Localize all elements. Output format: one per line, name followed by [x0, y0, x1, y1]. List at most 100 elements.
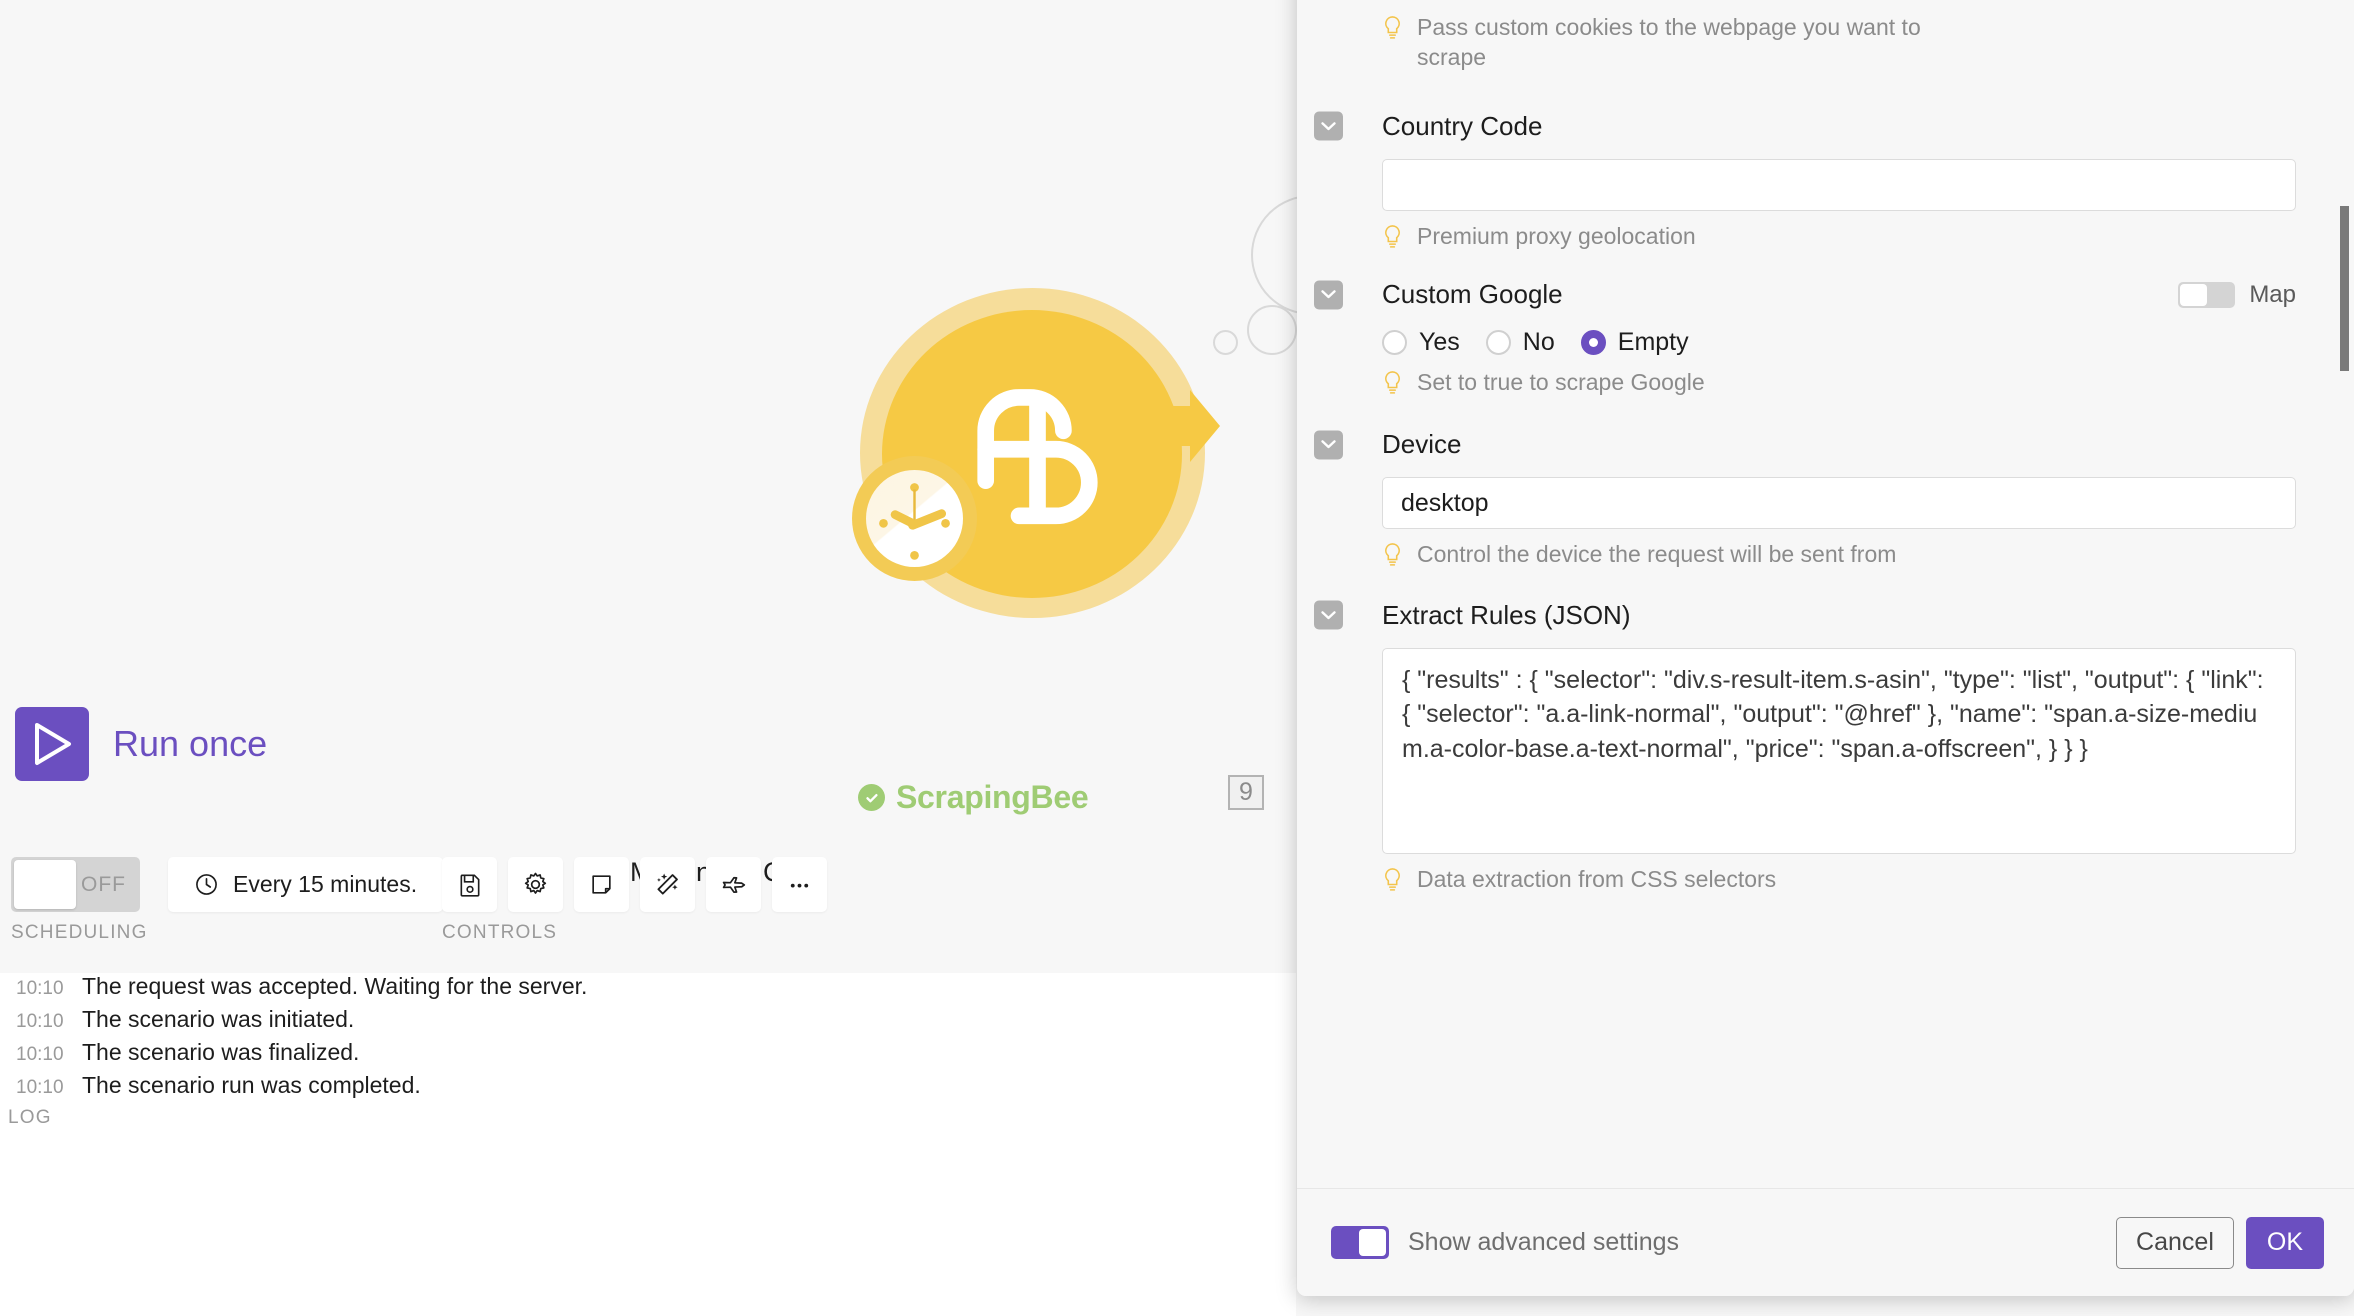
app-root: ScrapingBee 9 Run once OFF Ev — [0, 0, 2354, 1316]
radio-option-no[interactable]: No — [1486, 328, 1555, 357]
log-time: 10:10 — [16, 1044, 60, 1066]
field-header: Custom Google Map — [1382, 279, 2296, 310]
magic-wand-icon — [654, 871, 681, 898]
module-name: ScrapingBee — [858, 779, 1088, 816]
ellipsis-icon — [786, 871, 813, 898]
auto-align-button[interactable] — [640, 857, 695, 912]
country-code-hint-text: Premium proxy geolocation — [1417, 221, 1696, 251]
device-hint-text: Control the device the request will be s… — [1417, 539, 1896, 569]
field-country-code: Country Code Premium proxy geolocation — [1382, 111, 2296, 251]
field-extract-rules: Extract Rules (JSON) { "results" : { "se… — [1382, 600, 2296, 894]
dialog-scrollbar-thumb[interactable] — [2340, 206, 2349, 371]
scheduling-caption: SCHEDULING — [11, 922, 148, 944]
cookies-hint: Pass custom cookies to the webpage you w… — [1382, 12, 1957, 73]
radio-label: Empty — [1618, 328, 1689, 357]
dialog-scrollbar[interactable] — [2340, 0, 2349, 1296]
explore-button[interactable] — [706, 857, 761, 912]
log-time: 10:10 — [16, 1077, 60, 1099]
radio-option-yes[interactable]: Yes — [1382, 328, 1460, 357]
field-label: Extract Rules (JSON) — [1382, 600, 1631, 631]
log-time: 10:10 — [16, 978, 60, 1000]
field-header: Device — [1382, 429, 2296, 460]
ok-button[interactable]: OK — [2246, 1217, 2324, 1269]
field-label: Custom Google — [1382, 279, 1563, 310]
module-connector-arrow-icon — [1150, 386, 1220, 466]
log-message: The scenario run was completed. — [82, 1072, 421, 1099]
play-icon — [30, 720, 74, 768]
country-code-hint: Premium proxy geolocation — [1382, 221, 1957, 251]
controls-caption: CONTROLS — [442, 922, 557, 944]
run-once-label: Run once — [113, 723, 267, 765]
dialog-footer: Show advanced settings Cancel OK — [1297, 1188, 2354, 1296]
controls-row — [442, 857, 827, 912]
field-device: Device desktop Control the device the re… — [1382, 429, 2296, 569]
module-settings-dialog: Pass custom cookies to the webpage you w… — [1297, 0, 2354, 1296]
scheduling-toggle-knob — [14, 860, 76, 909]
map-toggle-label: Map — [2249, 281, 2296, 309]
extract-rules-hint-text: Data extraction from CSS selectors — [1417, 864, 1776, 894]
lightbulb-icon — [1382, 224, 1403, 250]
log-time: 10:10 — [16, 1011, 60, 1033]
module-name-label: ScrapingBee — [896, 779, 1088, 816]
run-once-group[interactable]: Run once — [15, 707, 267, 781]
settings-button[interactable] — [508, 857, 563, 912]
scheduling-row: OFF Every 15 minutes. — [11, 857, 443, 912]
cancel-button[interactable]: Cancel — [2116, 1217, 2234, 1269]
chevron-down-icon[interactable] — [1314, 430, 1343, 459]
custom-google-radio-group: Yes No Empty — [1382, 328, 2296, 357]
radio-option-empty[interactable]: Empty — [1581, 328, 1689, 357]
airplane-icon — [720, 871, 747, 898]
show-advanced-settings-toggle[interactable] — [1331, 1226, 1389, 1259]
notes-button[interactable] — [574, 857, 629, 912]
gear-icon — [522, 871, 549, 898]
advanced-toggle-knob — [1359, 1229, 1386, 1256]
lightbulb-icon — [1382, 370, 1403, 396]
chevron-down-icon[interactable] — [1314, 280, 1343, 309]
custom-google-hint: Set to true to scrape Google — [1382, 367, 1957, 397]
chevron-down-icon[interactable] — [1314, 601, 1343, 630]
device-input[interactable]: desktop — [1382, 477, 2296, 529]
log-row: 10:10 The scenario run was completed. — [0, 1072, 1290, 1105]
scheduling-toggle[interactable]: OFF — [11, 857, 140, 912]
run-once-button[interactable] — [15, 707, 89, 781]
note-icon — [589, 872, 614, 897]
lightbulb-icon — [1382, 15, 1403, 41]
log-row: 10:10 The request was accepted. Waiting … — [0, 973, 1290, 1006]
schedule-label: Every 15 minutes. — [233, 871, 417, 898]
log-row: 10:10 The scenario was initiated. — [0, 1006, 1290, 1039]
field-label: Country Code — [1382, 111, 1542, 142]
radio-label: No — [1523, 328, 1555, 357]
clock-face — [866, 470, 963, 567]
module-index-badge: 9 — [1228, 775, 1264, 810]
lightbulb-icon — [1382, 867, 1403, 893]
save-button[interactable] — [442, 857, 497, 912]
log-message: The scenario was initiated. — [82, 1006, 354, 1033]
chevron-down-icon[interactable] — [1314, 112, 1343, 141]
radio-circle — [1486, 330, 1511, 355]
cookies-hint-text: Pass custom cookies to the webpage you w… — [1417, 12, 1957, 73]
log-row: 10:10 The scenario was finalized. — [0, 1039, 1290, 1072]
custom-google-hint-text: Set to true to scrape Google — [1417, 367, 1705, 397]
scheduling-toggle-state: OFF — [81, 873, 126, 897]
country-code-input[interactable] — [1382, 159, 2296, 211]
log-entries[interactable]: 10:10 The request was accepted. Waiting … — [0, 973, 1290, 1105]
field-label: Device — [1382, 429, 1461, 460]
schedule-setting-button[interactable]: Every 15 minutes. — [168, 857, 443, 912]
field-header: Country Code — [1382, 111, 2296, 142]
dialog-scroll-area[interactable]: Pass custom cookies to the webpage you w… — [1297, 0, 2354, 1188]
map-toggle[interactable] — [2178, 282, 2235, 308]
extract-rules-textarea[interactable]: { "results" : { "selector": "div.s-resul… — [1382, 648, 2296, 854]
field-custom-google: Custom Google Map Yes No — [1382, 279, 2296, 397]
field-header: Extract Rules (JSON) — [1382, 600, 2296, 631]
clock-icon — [194, 872, 219, 897]
module-clock-icon — [852, 456, 977, 581]
log-caption: LOG — [8, 1107, 52, 1129]
check-circle-icon — [858, 784, 885, 811]
map-toggle-group: Map — [2178, 281, 2296, 309]
lightbulb-icon — [1382, 542, 1403, 568]
map-toggle-knob — [2180, 284, 2207, 306]
device-hint: Control the device the request will be s… — [1382, 539, 1957, 569]
radio-label: Yes — [1419, 328, 1460, 357]
more-button[interactable] — [772, 857, 827, 912]
scrapingbee-module-icon[interactable] — [830, 268, 1270, 668]
